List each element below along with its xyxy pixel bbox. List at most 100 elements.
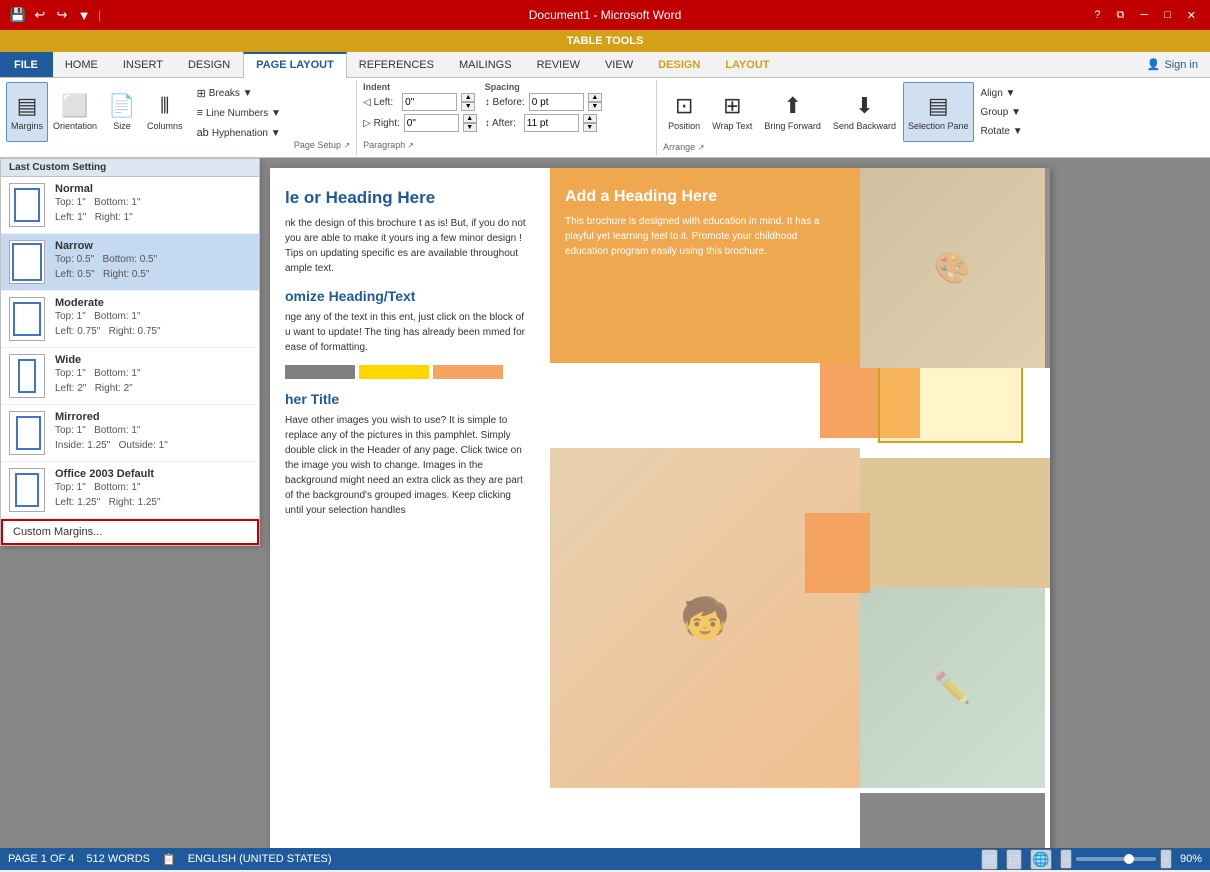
size-btn[interactable]: 📄 Size xyxy=(102,82,142,142)
quick-access-toolbar: 💾 ↩ ↪ ▼ | xyxy=(8,5,103,25)
tab-review[interactable]: REVIEW xyxy=(525,52,593,77)
custom-margins-btn[interactable]: Custom Margins... xyxy=(1,519,259,545)
bring-forward-btn[interactable]: ⬆ Bring Forward xyxy=(759,82,826,142)
position-btn[interactable]: ⊡ Position xyxy=(663,82,705,142)
paragraph-expand[interactable]: ↗ xyxy=(407,141,414,150)
redo-btn[interactable]: ↪ xyxy=(52,5,72,25)
group-btn[interactable]: Group ▼ xyxy=(976,103,1028,121)
indent-left-down[interactable]: ▼ xyxy=(461,102,475,111)
align-btn[interactable]: Align ▼ xyxy=(976,84,1028,102)
doc-text-col: le or Heading Here nk the design of this… xyxy=(270,178,545,528)
ribbon-group-arrange: ⊡ Position ⊞ Wrap Text ⬆ Bring Forward ⬇… xyxy=(657,80,1033,155)
help-btn[interactable]: ? xyxy=(1088,7,1106,23)
spell-check-icon[interactable]: 📋 xyxy=(162,853,176,866)
status-bar-right: ▤ ⊡ 🌐 − + 90% xyxy=(981,849,1202,870)
language: ENGLISH (UNITED STATES) xyxy=(188,853,332,865)
wrap-text-label: Wrap Text xyxy=(712,121,752,131)
zoom-slider[interactable] xyxy=(1076,857,1156,861)
tab-design[interactable]: DESIGN xyxy=(176,52,243,77)
margins-dropdown: Last Custom Setting Normal Top: 1" Botto… xyxy=(0,158,260,546)
orientation-btn[interactable]: ⬜ Orientation xyxy=(48,82,102,142)
position-icon: ⊡ xyxy=(675,93,693,119)
columns-label: Columns xyxy=(147,121,183,131)
zoom-level: 90% xyxy=(1180,853,1202,865)
indent-right-up[interactable]: ▲ xyxy=(463,114,477,123)
margin-item-wide[interactable]: Wide Top: 1" Bottom: 1" Left: 2" Right: … xyxy=(1,348,259,405)
maximize-btn[interactable]: □ xyxy=(1158,7,1177,23)
restore-btn[interactable]: ⧉ xyxy=(1110,7,1130,24)
ribbon-group-indent-spacing: Indent ◁ Left: ▲▼ ▷ Right: ▲▼ Spacing ↕ … xyxy=(357,80,657,155)
margin-info-office2003: Office 2003 Default Top: 1" Bottom: 1" L… xyxy=(55,468,251,510)
indent-left-input[interactable] xyxy=(402,93,457,111)
spacing-before-down[interactable]: ▼ xyxy=(588,102,602,111)
save-btn[interactable]: 💾 xyxy=(8,5,28,25)
full-screen-btn[interactable]: ⊡ xyxy=(1006,849,1022,870)
margin-item-office2003[interactable]: Office 2003 Default Top: 1" Bottom: 1" L… xyxy=(1,462,259,519)
gray-bottom-right xyxy=(860,793,1045,848)
margin-item-mirrored[interactable]: Mirrored Top: 1" Bottom: 1" Inside: 1.25… xyxy=(1,405,259,462)
orange-accent-right xyxy=(805,513,870,593)
document-page: 🧒 🎨 ✏️ le or Heading Here nk the design … xyxy=(270,168,1050,848)
indent-right-down[interactable]: ▼ xyxy=(463,123,477,132)
line-numbers-btn[interactable]: ≡Line Numbers ▼ xyxy=(192,104,286,122)
send-backward-label: Send Backward xyxy=(833,121,896,131)
margin-item-normal[interactable]: Normal Top: 1" Bottom: 1" Left: 1" Right… xyxy=(1,177,259,234)
spacing-before-up[interactable]: ▲ xyxy=(588,93,602,102)
photo-child: 🧒 xyxy=(550,448,860,788)
spacing-after-input[interactable] xyxy=(524,114,579,132)
sign-in-link[interactable]: 👤 Sign in xyxy=(1135,52,1210,77)
selection-pane-btn[interactable]: ▤ Selection Pane xyxy=(903,82,974,142)
hyphenation-icon: ab xyxy=(197,127,209,139)
spacing-before-input[interactable] xyxy=(529,93,584,111)
zoom-in-btn[interactable]: + xyxy=(1160,849,1172,869)
color-bars xyxy=(285,365,530,379)
arrange-expand[interactable]: ↗ xyxy=(698,143,705,152)
columns-btn[interactable]: ⫴ Columns xyxy=(142,82,188,142)
spacing-after-up[interactable]: ▲ xyxy=(583,114,597,123)
margin-icon-normal xyxy=(9,183,45,227)
close-btn[interactable]: ✕ xyxy=(1181,7,1202,24)
zoom-out-btn[interactable]: − xyxy=(1060,849,1072,869)
tab-file[interactable]: FILE xyxy=(0,52,53,77)
margins-btn[interactable]: ▤ Margins xyxy=(6,82,48,142)
tab-table-design[interactable]: DESIGN xyxy=(646,52,713,77)
doc-heading4: her Title xyxy=(285,391,530,407)
tab-mailings[interactable]: MAILINGS xyxy=(447,52,525,77)
photo-art-children: 🎨 xyxy=(860,168,1045,368)
breaks-btn[interactable]: ⊞Breaks ▼ xyxy=(192,84,286,102)
word-count: 512 WORDS xyxy=(86,853,150,865)
print-layout-btn[interactable]: ▤ xyxy=(981,849,998,870)
tab-insert[interactable]: INSERT xyxy=(111,52,176,77)
spacing-after-label: ↕ After: xyxy=(485,118,520,129)
wrap-text-btn[interactable]: ⊞ Wrap Text xyxy=(707,82,757,142)
page-setup-expand[interactable]: ↗ xyxy=(343,141,350,150)
indent-right-input[interactable] xyxy=(404,114,459,132)
spacing-after-down[interactable]: ▼ xyxy=(583,123,597,132)
undo-btn[interactable]: ↩ xyxy=(30,5,50,25)
indent-left-up[interactable]: ▲ xyxy=(461,93,475,102)
paragraph-group-label: Paragraph xyxy=(363,140,405,150)
tab-home[interactable]: HOME xyxy=(53,52,111,77)
hyphenation-btn[interactable]: abHyphenation ▼ xyxy=(192,124,286,142)
margin-item-moderate[interactable]: Moderate Top: 1" Bottom: 1" Left: 0.75" … xyxy=(1,291,259,348)
dropdown-header-text: Last Custom Setting xyxy=(9,162,106,173)
indent-right-label: ▷ Right: xyxy=(363,118,400,129)
tab-view[interactable]: VIEW xyxy=(593,52,646,77)
qat-more-btn[interactable]: ▼ xyxy=(74,5,94,25)
margin-info-narrow: Narrow Top: 0.5" Bottom: 0.5" Left: 0.5"… xyxy=(55,240,251,282)
rotate-btn[interactable]: Rotate ▼ xyxy=(976,122,1028,140)
web-layout-btn[interactable]: 🌐 xyxy=(1030,849,1051,870)
minimize-btn[interactable]: ─ xyxy=(1134,7,1154,23)
orientation-icon: ⬜ xyxy=(61,93,88,119)
tab-references[interactable]: REFERENCES xyxy=(347,52,447,77)
tab-page-layout[interactable]: PAGE LAYOUT xyxy=(243,52,347,78)
size-icon: 📄 xyxy=(108,93,135,119)
margin-item-narrow[interactable]: Narrow Top: 0.5" Bottom: 0.5" Left: 0.5"… xyxy=(1,234,259,291)
tab-row: FILE HOME INSERT DESIGN PAGE LAYOUT REFE… xyxy=(0,52,1210,78)
margin-info-normal: Normal Top: 1" Bottom: 1" Left: 1" Right… xyxy=(55,183,251,225)
custom-margins-label: Custom Margins... xyxy=(13,526,102,538)
send-backward-btn[interactable]: ⬇ Send Backward xyxy=(828,82,901,142)
size-label: Size xyxy=(113,121,131,131)
tab-table-layout[interactable]: LAYOUT xyxy=(713,52,782,77)
table-tools-label: TABLE TOOLS xyxy=(567,35,644,47)
